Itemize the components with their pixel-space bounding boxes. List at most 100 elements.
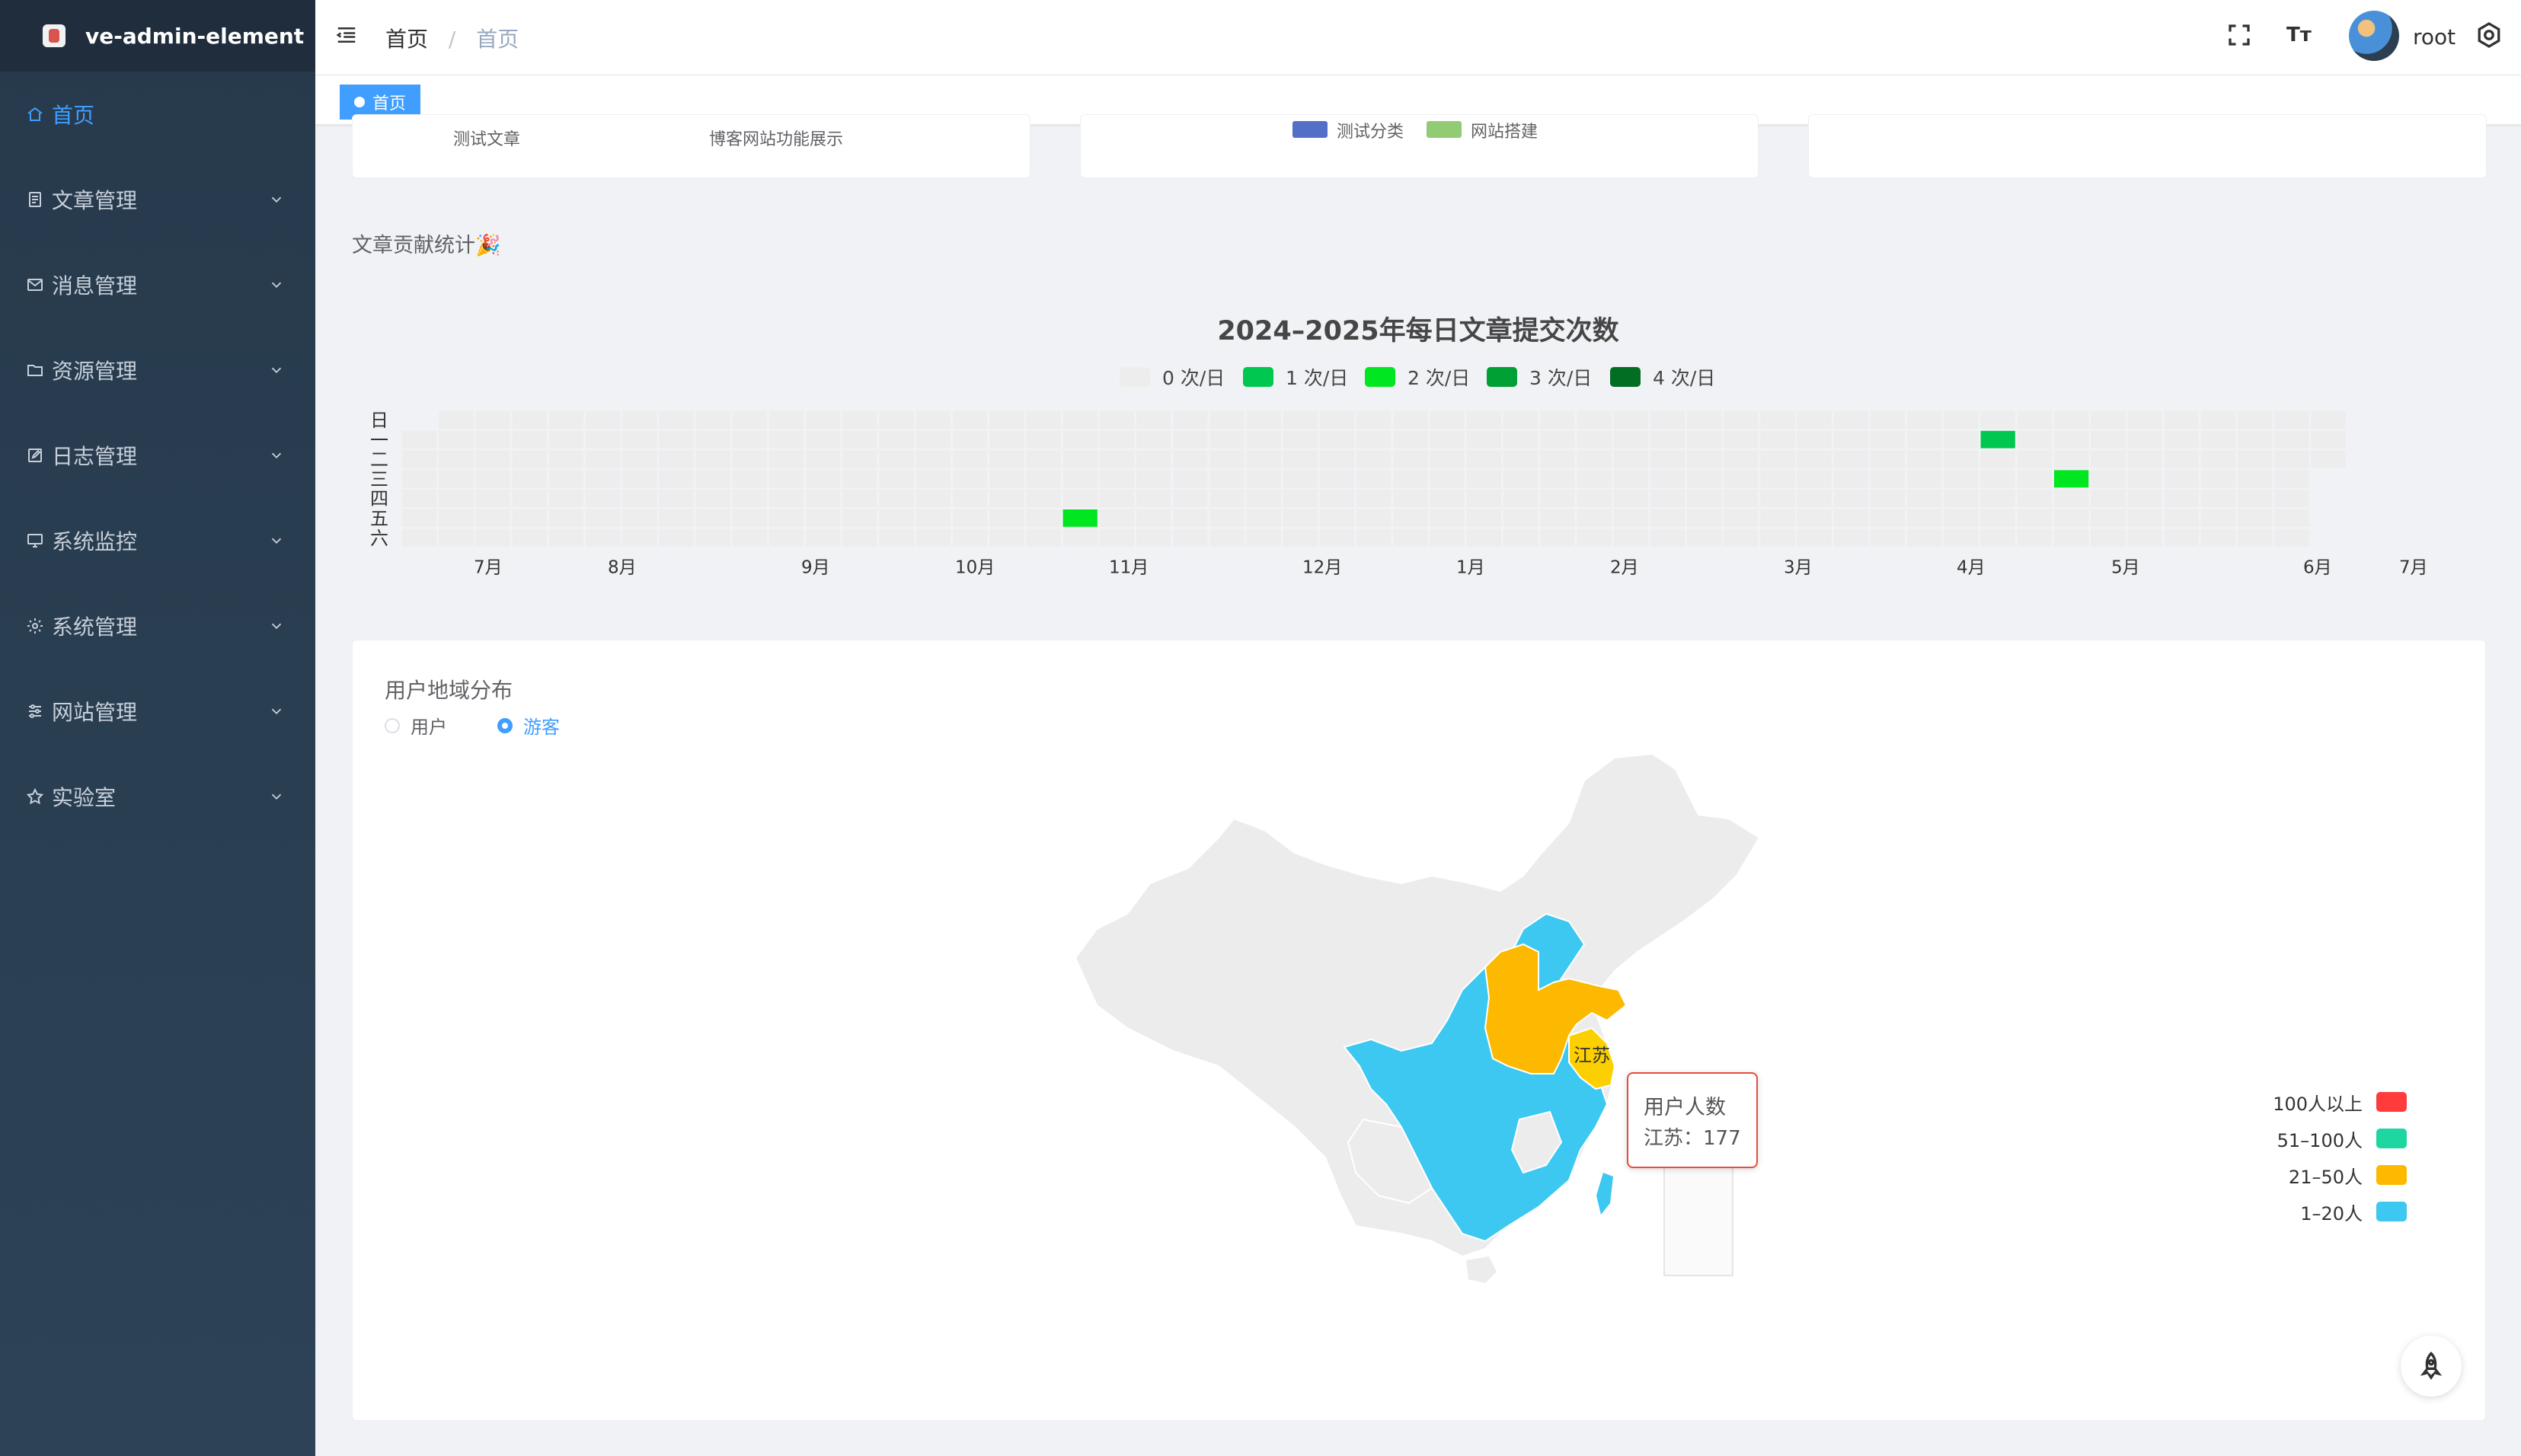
heatmap-cell (879, 450, 914, 468)
heatmap-cell (1430, 430, 1465, 449)
heatmap-cell (806, 430, 841, 449)
monitor-icon (26, 532, 44, 550)
heatmap-cell (1833, 490, 1868, 507)
heatmap-cell (1980, 528, 2015, 547)
sidebar-item-logs[interactable]: 日志管理 (0, 413, 315, 498)
sidebar-item-system[interactable]: 系统管理 (0, 583, 315, 669)
heatmap-cell (1650, 430, 1685, 449)
heatmap-cell (1173, 509, 1208, 527)
sidebar-item-home[interactable]: 首页 (0, 72, 315, 157)
heatmap-cell (1026, 509, 1061, 527)
sidebar-item-messages[interactable]: 消息管理 (0, 242, 315, 327)
heatmap-cell (622, 430, 657, 449)
tooltip-value: 江苏：177 (1644, 1127, 1741, 1150)
heatmap-cell (1980, 411, 2015, 429)
breadcrumb-item-home[interactable]: 首页 (385, 27, 428, 52)
heatmap-cell (1724, 490, 1759, 507)
tag-dot-icon (354, 97, 365, 107)
heatmap-cell (2017, 411, 2052, 429)
heatmap-cell (586, 411, 621, 429)
legend-label: 网站搭建 (1471, 123, 1538, 142)
heatmap-cell (2091, 450, 2126, 468)
heatmap-cell (1833, 411, 1868, 429)
heatmap-cell (769, 411, 804, 429)
back-to-top-button[interactable] (2401, 1336, 2462, 1397)
heatmap-cell (1136, 411, 1171, 429)
heatmap-cell (1062, 450, 1098, 468)
heatmap-cell (2200, 490, 2235, 507)
heatmap-cell (1650, 490, 1685, 507)
heatmap-cell (989, 528, 1024, 547)
stat-card-2: 测试分类 网站搭建 (1080, 114, 1759, 178)
heatmap-cell (1650, 450, 1685, 468)
radio-visitors[interactable]: 游客 (497, 712, 560, 739)
radio-users[interactable]: 用户 (385, 712, 447, 739)
heatmap-cell (548, 450, 583, 468)
heatmap-cell (879, 509, 914, 527)
sidebar-item-website[interactable]: 网站管理 (0, 669, 315, 754)
heatmap-cell (2238, 430, 2273, 449)
heatmap-cell (953, 528, 988, 547)
heatmap-cell (1430, 450, 1465, 468)
heatmap-month-label: 4月 (1957, 558, 1986, 578)
radio-label: 用户 (411, 717, 447, 738)
chevron-down-icon (271, 367, 282, 374)
heatmap-cell (1650, 411, 1685, 429)
heatmap-cell (2017, 528, 2052, 547)
heatmap-cell (2054, 509, 2089, 527)
heatmap-cell (769, 490, 804, 507)
heatmap-cell (2091, 509, 2126, 527)
heatmap-cell (2091, 490, 2126, 507)
fullscreen-icon[interactable] (2225, 21, 2253, 49)
heatmap-cell (1503, 450, 1538, 468)
heatmap-cell (1283, 470, 1318, 488)
heatmap-cell (402, 470, 437, 488)
heatmap-cell (1062, 528, 1098, 547)
sidebar-item-resources[interactable]: 资源管理 (0, 327, 315, 413)
visual-map-item-2[interactable]: 21–50人 (2270, 1164, 2407, 1188)
heatmap-cell (1540, 528, 1575, 547)
heatmap-cell (842, 509, 877, 527)
heatmap-cell (1687, 528, 1722, 547)
font-size-icon[interactable]: Tт (2286, 21, 2314, 49)
app-logo[interactable]: ve-admin-element (0, 0, 315, 72)
heatmap-cell (1724, 509, 1759, 527)
visual-map-item-1[interactable]: 51–100人 (2270, 1127, 2407, 1151)
breadcrumb-separator: / (448, 27, 456, 52)
heatmap-cell (1430, 490, 1465, 507)
heatmap-cell (769, 430, 804, 449)
heatmap-cell (2164, 528, 2199, 547)
heatmap-cell (2127, 450, 2162, 468)
heatmap-cell (1871, 450, 1906, 468)
heatmap-month-label: 7月 (474, 558, 503, 578)
heatmap-cell (1833, 509, 1868, 527)
heatmap-cell (475, 450, 510, 468)
breadcrumb-item-current: 首页 (476, 27, 519, 52)
heatmap-cell (1209, 411, 1245, 429)
heatmap-cell (1540, 450, 1575, 468)
heatmap-cell (1760, 470, 1795, 488)
settings-icon[interactable] (2475, 21, 2503, 49)
sidebar-item-lab[interactable]: 实验室 (0, 754, 315, 839)
heatmap-cell (1026, 450, 1061, 468)
visual-map-item-3[interactable]: 1–20人 (2270, 1200, 2407, 1225)
heatmap-cell (1980, 490, 2015, 507)
heatmap-cell (2127, 490, 2162, 507)
heatmap-cell (1944, 430, 1979, 449)
heatmap-cell (769, 528, 804, 547)
heatmap-cell (915, 509, 951, 527)
collapse-menu-icon[interactable] (335, 24, 358, 46)
heatmap-cell (695, 490, 730, 507)
heatmap-cell (732, 411, 767, 429)
heatmap-cell (2200, 430, 2235, 449)
heatmap-cell (439, 490, 474, 507)
sidebar-item-monitor[interactable]: 系统监控 (0, 498, 315, 583)
heatmap-cell (2274, 490, 2309, 507)
heatmap-cell (2054, 450, 2089, 468)
sidebar-item-articles[interactable]: 文章管理 (0, 157, 315, 242)
username[interactable]: root (2413, 24, 2455, 49)
heatmap-cell (1393, 411, 1428, 429)
visual-map-item-0[interactable]: 100人以上 (2270, 1090, 2407, 1115)
avatar[interactable] (2349, 11, 2399, 61)
heatmap-cell (475, 470, 510, 488)
